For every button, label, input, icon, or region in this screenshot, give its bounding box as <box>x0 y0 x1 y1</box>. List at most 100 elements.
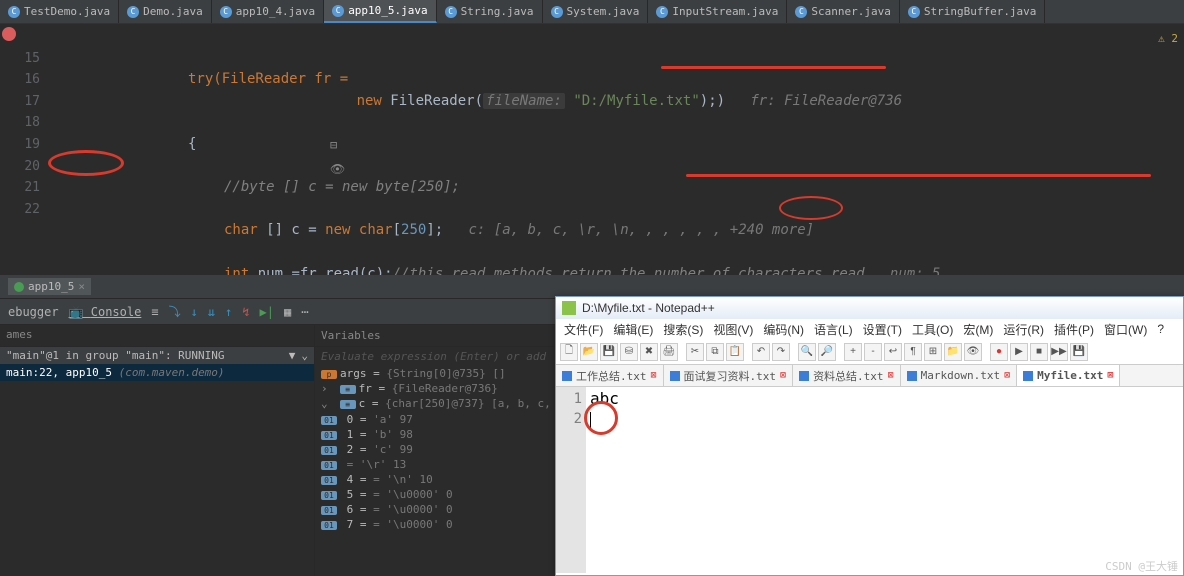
undo-icon[interactable]: ↶ <box>752 343 770 361</box>
show-all-icon[interactable]: ¶ <box>904 343 922 361</box>
zoom-in-icon[interactable]: + <box>844 343 862 361</box>
notepad-menu-item[interactable]: 编辑(E) <box>609 321 657 338</box>
save-all-icon[interactable]: ⛁ <box>620 343 638 361</box>
notepad-menu-item[interactable]: 设置(T) <box>859 321 906 338</box>
record-icon[interactable]: ● <box>990 343 1008 361</box>
annotation-circle <box>584 401 618 435</box>
notepad-menubar[interactable]: 文件(F)编辑(E)搜索(S)视图(V)编码(N)语言(L)设置(T)工具(O)… <box>556 319 1183 339</box>
notepad-editor[interactable]: 12 abc <box>556 387 1183 573</box>
print-icon[interactable]: 🖨 <box>660 343 678 361</box>
code-area[interactable]: ⚠ 2 try(FileReader fr = try(FileReader f… <box>46 24 1184 275</box>
file-tab[interactable]: Capp10_5.java <box>324 0 436 23</box>
notepad-file-tab[interactable]: 面试复习资料.txt⊠ <box>664 365 794 386</box>
find-icon[interactable]: 🔍 <box>798 343 816 361</box>
fast-forward-icon[interactable]: ▶▶ <box>1050 343 1068 361</box>
step-into-icon[interactable]: ↓ <box>191 305 198 319</box>
file-tab[interactable]: CStringBuffer.java <box>900 0 1046 23</box>
folder-icon[interactable]: 📁 <box>944 343 962 361</box>
run-to-cursor-icon[interactable]: ▶| <box>260 305 274 319</box>
line-number-gutter: 1516171819202122 <box>18 24 46 275</box>
debugger-tab[interactable]: ebugger <box>8 305 59 319</box>
close-icon[interactable]: ✖ <box>640 343 658 361</box>
java-file-icon: C <box>8 6 20 18</box>
calculator-icon[interactable]: ▦ <box>284 305 291 319</box>
cut-icon[interactable]: ✂ <box>686 343 704 361</box>
zoom-out-icon[interactable]: - <box>864 343 882 361</box>
stack-frame[interactable]: main:22, app10_5 (com.maven.demo) <box>0 364 314 381</box>
notepad-menu-item[interactable]: 宏(M) <box>959 321 997 338</box>
indent-guide-icon[interactable]: ⊞ <box>924 343 942 361</box>
thread-row[interactable]: "main"@1 in group "main": RUNNING ▼⌄ <box>0 347 314 364</box>
notepad-menu-item[interactable]: 语言(L) <box>810 321 857 338</box>
java-file-icon: C <box>127 6 139 18</box>
java-file-icon: C <box>551 6 563 18</box>
filter-icon[interactable]: ▼ <box>289 349 296 362</box>
notepad-file-tab[interactable]: Myfile.txt⊠ <box>1017 365 1120 386</box>
notepad-menu-item[interactable]: ? <box>1153 322 1168 336</box>
notepad-toolbar[interactable]: 🗋 📂 💾 ⛁ ✖ 🖨 ✂ ⧉ 📋 ↶ ↷ 🔍 🔎 + - ↩ ¶ ⊞ 📁 👁 … <box>556 339 1183 365</box>
monitor-icon[interactable]: 👁 <box>964 343 982 361</box>
notepad-menu-item[interactable]: 编码(N) <box>759 321 808 338</box>
open-file-icon[interactable]: 📂 <box>580 343 598 361</box>
close-tab-icon[interactable]: ⊠ <box>1107 370 1113 381</box>
annotation-circle <box>779 196 843 220</box>
save-icon[interactable]: 💾 <box>600 343 618 361</box>
file-tab[interactable]: Capp10_4.java <box>212 0 324 23</box>
console-tab[interactable]: 📺 Console <box>69 305 142 319</box>
close-tab-icon[interactable]: ⊠ <box>888 370 894 381</box>
code-token: try(FileReader fr = <box>188 71 357 87</box>
annotation-circle <box>48 150 124 176</box>
run-tab[interactable]: app10_5 × <box>8 278 91 295</box>
close-tab-icon[interactable]: ⊠ <box>651 370 657 381</box>
close-tab-icon[interactable]: ⊠ <box>780 370 786 381</box>
notepad-file-tab[interactable]: Markdown.txt⊠ <box>901 365 1018 386</box>
watermark: CSDN @王大锤 <box>1105 558 1178 574</box>
notepad-titlebar[interactable]: D:\Myfile.txt - Notepad++ <box>556 297 1183 319</box>
force-step-icon[interactable]: ⇊ <box>208 305 215 319</box>
notepad-menu-item[interactable]: 窗口(W) <box>1100 321 1151 338</box>
stop-icon[interactable]: ■ <box>1030 343 1048 361</box>
file-icon <box>799 371 809 381</box>
file-tab[interactable]: CDemo.java <box>119 0 212 23</box>
file-tab[interactable]: CInputStream.java <box>648 0 787 23</box>
code-editor: 1516171819202122 ⚠ 2 try(FileReader fr =… <box>0 24 1184 275</box>
notepad-menu-item[interactable]: 运行(R) <box>999 321 1048 338</box>
notepad-menu-item[interactable]: 文件(F) <box>560 321 607 338</box>
dropdown-icon[interactable]: ⌄ <box>301 349 308 362</box>
file-tab[interactable]: CString.java <box>437 0 543 23</box>
notepad-text[interactable]: abc <box>586 387 1183 573</box>
close-tab-icon[interactable]: ⊠ <box>1004 370 1010 381</box>
notepad-menu-item[interactable]: 视图(V) <box>709 321 757 338</box>
watch-icon[interactable]: 👁 <box>330 162 345 176</box>
save-macro-icon[interactable]: 💾 <box>1070 343 1088 361</box>
notepad-menu-item[interactable]: 插件(P) <box>1050 321 1098 338</box>
notepad-app-icon <box>562 301 576 315</box>
file-icon <box>670 371 680 381</box>
minimize-icon[interactable]: ⊟ <box>330 138 345 152</box>
paste-icon[interactable]: 📋 <box>726 343 744 361</box>
step-over-icon[interactable]: ⤵ <box>169 303 181 320</box>
play-macro-icon[interactable]: ▶ <box>1010 343 1028 361</box>
notepad-file-tab[interactable]: 工作总结.txt⊠ <box>556 365 664 386</box>
wrap-icon[interactable]: ↩ <box>884 343 902 361</box>
file-tab[interactable]: CSystem.java <box>543 0 649 23</box>
redo-icon[interactable]: ↷ <box>772 343 790 361</box>
notepad-menu-item[interactable]: 工具(O) <box>908 321 957 338</box>
notepad-file-tab[interactable]: 资料总结.txt⊠ <box>793 365 901 386</box>
warning-icon[interactable]: ⚠ 2 <box>1158 28 1178 50</box>
file-tab[interactable]: CScanner.java <box>787 0 899 23</box>
java-file-icon: C <box>445 6 457 18</box>
notepad-title-text: D:\Myfile.txt - Notepad++ <box>582 301 715 315</box>
new-file-icon[interactable]: 🗋 <box>560 343 578 361</box>
replace-icon[interactable]: 🔎 <box>818 343 836 361</box>
more-icon[interactable]: ⋯ <box>301 305 308 319</box>
notepad-menu-item[interactable]: 搜索(S) <box>659 321 707 338</box>
file-tab[interactable]: CTestDemo.java <box>0 0 119 23</box>
java-file-icon: C <box>656 6 668 18</box>
step-out-icon[interactable]: ↑ <box>225 305 232 319</box>
breakpoint-icon[interactable] <box>0 24 18 45</box>
divider: ≡ <box>151 305 158 319</box>
copy-icon[interactable]: ⧉ <box>706 343 724 361</box>
drop-frame-icon[interactable]: ↯ <box>242 305 249 319</box>
notepad-window: D:\Myfile.txt - Notepad++ 文件(F)编辑(E)搜索(S… <box>555 296 1184 576</box>
